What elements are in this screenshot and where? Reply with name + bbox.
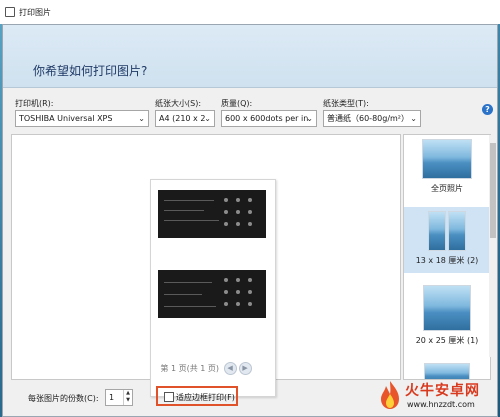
paper-size-label: 纸张大小(S):	[155, 99, 202, 108]
help-icon[interactable]: ?	[482, 104, 493, 115]
watermark-url: www.hnzzdt.com	[407, 400, 475, 409]
preview-image-1	[158, 190, 266, 238]
previous-page-icon[interactable]: ◀	[223, 362, 237, 375]
spinner-arrows-icon[interactable]: ▲ ▼	[123, 390, 132, 405]
dialog-question: 你希望如何打印图片?	[33, 64, 148, 78]
title-bar: 打印图片	[0, 0, 500, 24]
layout-option-20x25[interactable]: 20 x 25 厘米 (1)	[404, 281, 490, 347]
layout-thumbnail	[422, 139, 472, 179]
print-preview-pane	[11, 134, 401, 397]
quality-select[interactable]: 600 x 600dots per in ⌄	[221, 110, 317, 127]
layout-thumbnail	[428, 211, 446, 251]
layout-option-13x18[interactable]: 13 x 18 厘米 (2)	[404, 207, 490, 273]
header-banner: 你希望如何打印图片?	[3, 25, 497, 88]
copies-label: 每张图片的份数(C):	[28, 394, 99, 403]
scrollbar-thumb[interactable]	[490, 143, 496, 238]
fit-to-frame-label[interactable]: 适应边框打印(F)	[176, 392, 235, 403]
paper-type-select[interactable]: 普通纸（60-80g/m²） ⌄	[323, 110, 421, 127]
flame-logo-icon	[381, 381, 399, 409]
page-info: 第 1 页(共 1 页)	[160, 364, 220, 373]
print-app-icon	[5, 7, 15, 17]
fit-to-frame-highlight: 适应边框打印(F)	[156, 386, 238, 406]
printer-select[interactable]: TOSHIBA Universal XPS ⌄	[15, 110, 149, 127]
next-page-icon[interactable]: ▶	[238, 362, 252, 375]
chevron-down-icon: ⌄	[138, 114, 145, 123]
paper-size-select[interactable]: A4 (210 x 2 ⌄	[155, 110, 215, 127]
copies-spinner[interactable]: 1 ▲ ▼	[105, 389, 133, 406]
chevron-down-icon: ⌄	[204, 114, 211, 123]
chevron-down-icon: ⌄	[410, 114, 417, 123]
paper-type-label: 纸张类型(T):	[323, 99, 369, 108]
printer-label: 打印机(R):	[15, 99, 54, 108]
window-title: 打印图片	[19, 7, 51, 17]
page-navigation: 第 1 页(共 1 页) ◀ ▶	[11, 362, 401, 375]
fit-to-frame-checkbox[interactable]	[164, 392, 174, 402]
quality-label: 质量(Q):	[221, 99, 253, 108]
preview-image-2	[158, 270, 266, 318]
chevron-down-icon: ⌄	[306, 114, 313, 123]
layout-thumbnail	[448, 211, 466, 251]
print-options-row: 打印机(R): TOSHIBA Universal XPS ⌄ 纸张大小(S): …	[3, 88, 497, 132]
watermark: 火牛安卓网 www.hnzzdt.com	[375, 378, 495, 416]
layout-list: 全页照片 13 x 18 厘米 (2) 20 x 25 厘米 (1)	[403, 134, 491, 380]
layout-scrollbar[interactable]	[489, 135, 497, 357]
print-pictures-dialog: 你希望如何打印图片? 打印机(R): TOSHIBA Universal XPS…	[2, 24, 498, 417]
watermark-brand: 火牛安卓网	[405, 383, 480, 399]
layout-thumbnail	[423, 285, 471, 331]
layout-option-full-page[interactable]: 全页照片	[404, 139, 490, 199]
